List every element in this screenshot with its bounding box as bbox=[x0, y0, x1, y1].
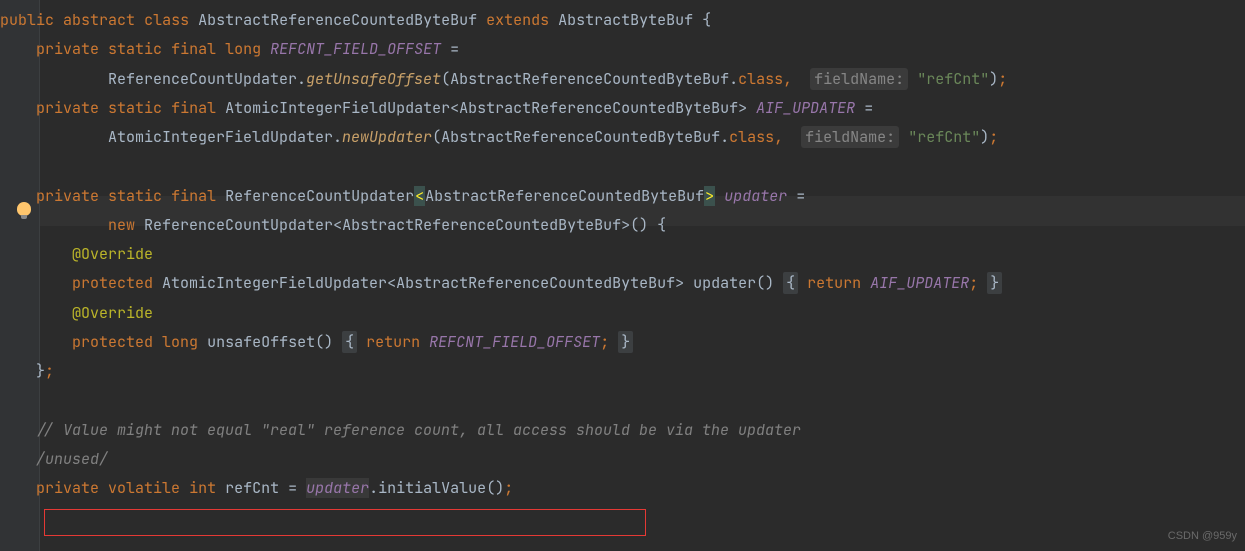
field: AIF_UPDATER bbox=[870, 273, 969, 293]
keyword: static bbox=[108, 186, 162, 206]
keyword: return bbox=[366, 332, 420, 352]
keyword: int bbox=[189, 478, 216, 498]
param-hint: fieldName: bbox=[801, 126, 899, 148]
method: updater bbox=[693, 273, 756, 293]
watermark: CSDN @959y bbox=[1168, 526, 1237, 547]
class-name: AbstractByteBuf bbox=[558, 10, 693, 30]
keyword: public bbox=[0, 10, 54, 30]
keyword: static bbox=[108, 39, 162, 59]
keyword: private bbox=[36, 39, 99, 59]
keyword: long bbox=[225, 39, 261, 59]
keyword: static bbox=[108, 98, 162, 118]
keyword: protected bbox=[72, 273, 153, 293]
static-method: getUnsafeOffset bbox=[306, 69, 441, 89]
type: AbstractReferenceCountedByteBuf bbox=[450, 69, 729, 89]
comment: /unused/ bbox=[36, 449, 108, 469]
type: AtomicIntegerFieldUpdater bbox=[162, 273, 387, 293]
folded-brace[interactable]: { bbox=[783, 272, 798, 294]
param-hint: fieldName: bbox=[810, 68, 908, 90]
type: AbstractReferenceCountedByteBuf bbox=[396, 273, 675, 293]
field: updater bbox=[306, 478, 369, 498]
keyword: abstract bbox=[63, 10, 135, 30]
method: unsafeOffset bbox=[207, 332, 315, 352]
field: refCnt bbox=[225, 478, 279, 498]
annotation-box bbox=[44, 509, 646, 536]
annotation: @Override bbox=[72, 303, 153, 323]
static-method: newUpdater bbox=[342, 127, 432, 147]
field: REFCNT_FIELD_OFFSET bbox=[270, 39, 441, 59]
keyword: final bbox=[171, 39, 216, 59]
comment: // Value might not equal "real" referenc… bbox=[36, 420, 801, 440]
type: AtomicIntegerFieldUpdater bbox=[225, 98, 450, 118]
type: AbstractReferenceCountedByteBuf bbox=[441, 127, 720, 147]
type: ReferenceCountUpdater bbox=[108, 69, 297, 89]
keyword: class bbox=[144, 10, 189, 30]
field: updater bbox=[724, 186, 787, 206]
keyword: private bbox=[36, 98, 99, 118]
keyword: final bbox=[171, 186, 216, 206]
keyword: extends bbox=[486, 10, 549, 30]
keyword: new bbox=[108, 215, 135, 235]
type: AtomicIntegerFieldUpdater bbox=[108, 127, 333, 147]
type: ReferenceCountUpdater bbox=[144, 215, 333, 235]
keyword: class bbox=[738, 69, 783, 89]
type: AbstractReferenceCountedByteBuf bbox=[342, 215, 621, 235]
folded-brace[interactable]: } bbox=[618, 331, 633, 353]
matched-bracket: < bbox=[414, 186, 425, 206]
method: initialValue bbox=[378, 478, 486, 498]
keyword: volatile bbox=[108, 478, 180, 498]
type: ReferenceCountUpdater bbox=[225, 186, 414, 206]
string: "refCnt" bbox=[908, 127, 980, 147]
type: AbstractReferenceCountedByteBuf bbox=[425, 186, 704, 206]
keyword: protected bbox=[72, 332, 153, 352]
folded-brace[interactable]: { bbox=[342, 331, 357, 353]
type: AbstractReferenceCountedByteBuf bbox=[459, 98, 738, 118]
field: AIF_UPDATER bbox=[756, 98, 855, 118]
code-area[interactable]: public abstract class AbstractReferenceC… bbox=[0, 6, 1007, 503]
keyword: return bbox=[807, 273, 861, 293]
class-name: AbstractReferenceCountedByteBuf bbox=[198, 10, 477, 30]
keyword: private bbox=[36, 186, 99, 206]
keyword: long bbox=[162, 332, 198, 352]
keyword: final bbox=[171, 98, 216, 118]
matched-bracket: > bbox=[704, 186, 715, 206]
folded-brace[interactable]: } bbox=[987, 272, 1002, 294]
annotation: @Override bbox=[72, 244, 153, 264]
keyword: class bbox=[729, 127, 774, 147]
keyword: private bbox=[36, 478, 99, 498]
string: "refCnt" bbox=[917, 69, 989, 89]
field: REFCNT_FIELD_OFFSET bbox=[429, 332, 600, 352]
